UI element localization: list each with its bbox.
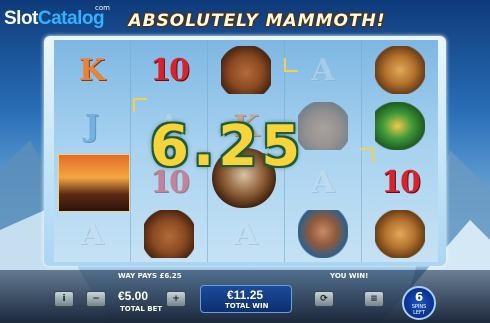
win-amount-overlay: 6.25 [150, 114, 305, 179]
total-win-value: €11.25 [227, 288, 264, 302]
symbol-k: K [78, 52, 106, 88]
tiger-symbol [362, 42, 438, 98]
minus-icon[interactable]: − [86, 291, 106, 307]
spins-label-left: LEFT [413, 310, 425, 316]
eagle-symbol [362, 98, 438, 154]
spins-count: 6 [414, 290, 424, 304]
win-line-mark [133, 98, 147, 112]
bear-symbol [208, 42, 284, 98]
plus-icon[interactable]: + [166, 291, 186, 307]
symbol-10: 10 [150, 52, 190, 88]
symbol-j: J [84, 108, 100, 144]
game-title: ABSOLUTELY MAMMOTH! [128, 11, 386, 31]
tiger-symbol [362, 206, 438, 262]
game-screen: { "logo": {"part1": "Slot", "part2": "Ca… [0, 0, 490, 323]
win-line-mark [360, 148, 374, 162]
autoplay-icon[interactable]: ⟳ [314, 291, 334, 307]
win-line-mark [284, 58, 298, 72]
settings-icon[interactable]: ≡ [364, 291, 384, 307]
total-bet-value: €5.00 [118, 289, 149, 303]
symbol-a: A [234, 216, 258, 252]
bear-symbol [131, 206, 207, 262]
symbol-a: A [80, 216, 104, 252]
spins-left-badge: 6 SPINS LEFT [402, 286, 436, 320]
volcano-symbol [58, 154, 130, 212]
logo-suffix: com [95, 4, 110, 12]
slotcatalog-logo: SlotCatalog [4, 8, 105, 30]
info-icon[interactable]: i [54, 291, 74, 307]
symbol-10: 10 [381, 164, 421, 200]
total-win-box: €11.25 TOTAL WIN [200, 285, 292, 313]
woman-symbol [285, 206, 361, 262]
reel-1: K J A [54, 40, 131, 262]
total-bet-label: TOTAL BET [120, 305, 163, 313]
total-win-label: TOTAL WIN [225, 302, 269, 310]
you-win-text: YOU WIN! [330, 272, 369, 280]
logo-text-slot: Slot [4, 8, 38, 29]
way-pays-text: WAY PAYS £6.25 [118, 272, 182, 280]
